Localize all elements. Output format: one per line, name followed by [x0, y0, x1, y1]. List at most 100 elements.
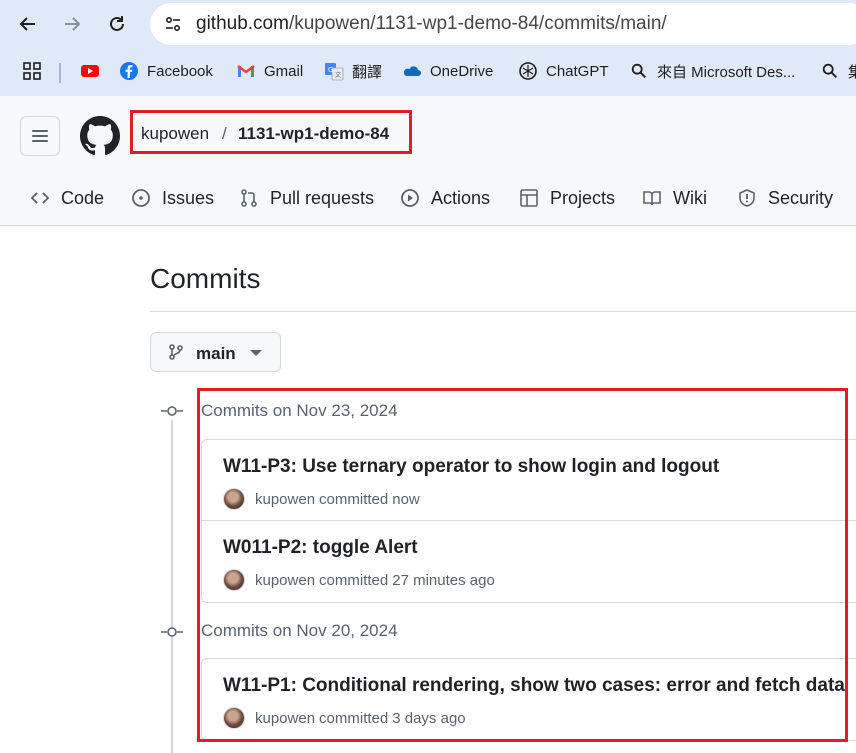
apps-grid-icon	[22, 61, 42, 81]
commit-author-link[interactable]: kupowen	[255, 491, 315, 508]
chatgpt-icon	[518, 61, 538, 81]
repo-nav-tabs: Code Issues Pull requests Actions Projec…	[0, 182, 856, 214]
onedrive-icon	[402, 61, 422, 81]
bookmark-label: 來自 Microsoft Des...	[657, 63, 796, 81]
commit-row: W011-P2: toggle Alert kupowen committed …	[202, 521, 856, 602]
commit-title-link[interactable]: W11-P1: Conditional rendering, show two …	[223, 675, 845, 697]
tab-label: Security	[768, 187, 834, 208]
reload-button[interactable]	[101, 8, 133, 40]
projects-table-icon	[518, 187, 540, 209]
site-info-icon[interactable]	[160, 11, 186, 37]
branch-selector-button[interactable]: main	[150, 332, 281, 372]
back-arrow-icon	[19, 17, 35, 31]
tab-code[interactable]: Code	[29, 182, 104, 214]
commit-time: 27 minutes ago	[392, 571, 495, 589]
commit-time: 3 days ago	[392, 709, 466, 727]
bookmark-label: Gmail	[264, 62, 304, 80]
timeline-line	[171, 420, 173, 753]
commit-title-link[interactable]: W11-P3: Use ternary operator to show log…	[223, 456, 719, 478]
bookmark-youtube[interactable]	[80, 58, 108, 84]
url-text: github.com/kupowen/1131-wp1-demo-84/comm…	[196, 13, 667, 35]
tab-label: Issues	[162, 187, 215, 208]
bookmark-microsoft-designer[interactable]: 來自 Microsoft Des...	[629, 58, 795, 84]
repo-header: kupowen / 1131-wp1-demo-84 Code Issues P…	[0, 96, 856, 226]
commit-list: W11-P1: Conditional rendering, show two …	[201, 658, 856, 741]
bookmark-search-truncated[interactable]: 集	[820, 58, 856, 84]
commit-author-link[interactable]: kupowen	[255, 710, 315, 727]
url-host: github.com	[196, 13, 289, 34]
github-logo-icon[interactable]	[80, 116, 120, 156]
commit-row: W11-P1: Conditional rendering, show two …	[202, 659, 856, 740]
actions-play-icon	[399, 187, 421, 209]
tab-security[interactable]: Security	[736, 182, 833, 214]
tab-actions[interactable]: Actions	[399, 182, 490, 214]
search-icon	[629, 61, 649, 81]
title-divider	[150, 311, 856, 312]
commit-title-link[interactable]: W011-P2: toggle Alert	[223, 537, 418, 559]
forward-button[interactable]	[56, 8, 88, 40]
bookmarks-bar: Facebook Gmail G文 翻譯 OneDrive ChatGPT 來自…	[0, 54, 856, 88]
shield-icon	[736, 187, 758, 209]
bookmark-chatgpt[interactable]: ChatGPT	[518, 58, 609, 84]
bookmarks-separator	[59, 63, 61, 83]
tab-projects[interactable]: Projects	[518, 182, 615, 214]
wiki-book-icon	[641, 187, 663, 209]
reload-icon	[110, 16, 124, 31]
search-icon	[820, 61, 840, 81]
tab-pull-requests[interactable]: Pull requests	[238, 182, 374, 214]
tab-wiki[interactable]: Wiki	[641, 182, 707, 214]
address-bar[interactable]: github.com/kupowen/1131-wp1-demo-84/comm…	[150, 3, 856, 45]
tab-issues[interactable]: Issues	[130, 182, 214, 214]
commit-group-node-icon	[161, 625, 183, 639]
tab-label: Code	[61, 187, 105, 208]
commit-group-heading: Commits on Nov 20, 2024	[201, 621, 398, 640]
tab-label: Actions	[431, 187, 491, 208]
chevron-down-icon	[250, 350, 262, 356]
repo-name-link[interactable]: 1131-wp1-demo-84	[238, 124, 389, 144]
avatar[interactable]	[223, 488, 245, 510]
breadcrumb-separator: /	[222, 124, 227, 143]
bookmark-apps[interactable]	[22, 58, 50, 84]
gmail-icon	[236, 61, 256, 81]
git-branch-icon	[167, 343, 185, 361]
code-icon	[29, 187, 51, 209]
forward-arrow-icon	[65, 17, 81, 31]
bookmark-label: ChatGPT	[546, 62, 609, 80]
bookmark-gmail[interactable]: Gmail	[236, 58, 303, 84]
repo-owner-link[interactable]: kupowen	[141, 124, 209, 144]
pull-request-icon	[238, 187, 260, 209]
bookmark-label: OneDrive	[430, 62, 494, 80]
commit-group-heading: Commits on Nov 23, 2024	[201, 401, 398, 420]
tab-label: Pull requests	[270, 187, 375, 208]
back-button[interactable]	[12, 8, 44, 40]
issues-icon	[130, 187, 152, 209]
commit-list: W11-P3: Use ternary operator to show log…	[201, 439, 856, 603]
hamburger-icon	[32, 130, 48, 142]
commit-meta: kupowen committed 27 minutes ago	[223, 569, 495, 591]
translate-icon: G文	[324, 61, 344, 81]
menu-button[interactable]	[20, 116, 60, 156]
tab-label: Wiki	[673, 187, 707, 208]
avatar[interactable]	[223, 569, 245, 591]
repo-breadcrumb: kupowen / 1131-wp1-demo-84	[130, 110, 412, 154]
browser-toolbar: github.com/kupowen/1131-wp1-demo-84/comm…	[0, 0, 856, 96]
commit-time: now	[392, 490, 420, 508]
facebook-icon	[119, 61, 139, 81]
commit-group-node-icon	[161, 404, 183, 418]
svg-text:G: G	[328, 66, 333, 74]
commit-verb: committed	[319, 490, 389, 508]
avatar[interactable]	[223, 707, 245, 729]
bookmark-label: 集	[848, 63, 856, 81]
commit-verb: committed	[319, 571, 389, 589]
svg-text:文: 文	[335, 71, 341, 79]
bookmark-facebook[interactable]: Facebook	[119, 58, 213, 84]
commit-meta: kupowen committed now	[223, 488, 420, 510]
branch-name: main	[196, 344, 236, 363]
commit-author-link[interactable]: kupowen	[255, 572, 315, 589]
commit-verb: committed	[319, 709, 389, 727]
bookmark-translate[interactable]: G文 翻譯	[324, 58, 382, 84]
page-title: Commits	[150, 263, 261, 294]
commit-meta: kupowen committed 3 days ago	[223, 707, 466, 729]
bookmark-onedrive[interactable]: OneDrive	[402, 58, 493, 84]
bookmark-label: Facebook	[147, 62, 213, 80]
